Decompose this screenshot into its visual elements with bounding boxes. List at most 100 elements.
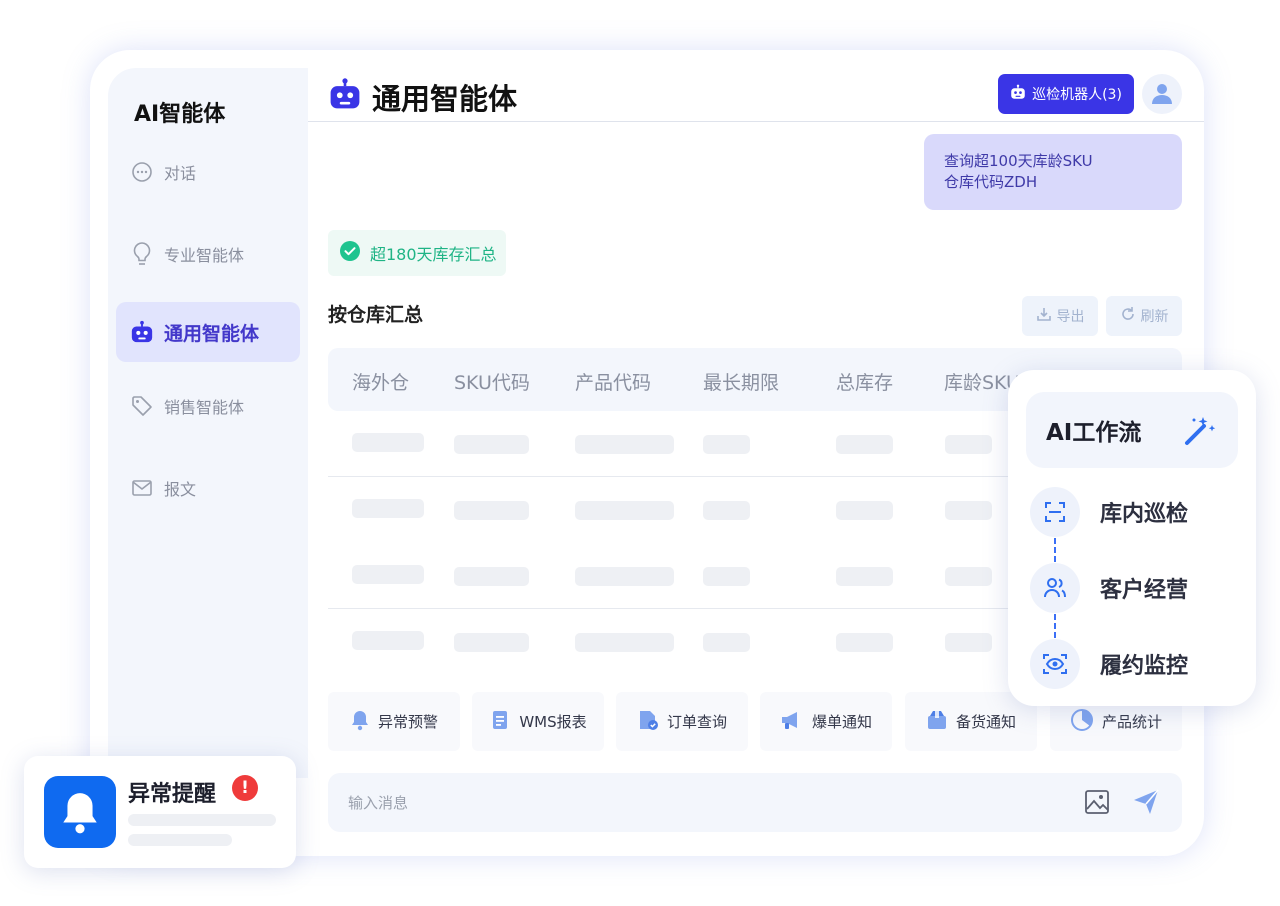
quick-action-surge-notice[interactable]: 爆单通知 bbox=[760, 692, 892, 751]
status-text: 超180天库存汇总 bbox=[370, 245, 497, 264]
skeleton-cell bbox=[836, 633, 893, 652]
message-input[interactable] bbox=[348, 791, 1048, 815]
megaphone-icon bbox=[780, 709, 804, 735]
sidebar-item-label: 对话 bbox=[164, 164, 197, 183]
skeleton-cell bbox=[575, 435, 674, 454]
skeleton-cell bbox=[454, 435, 529, 454]
sidebar-item-chat[interactable]: 对话 bbox=[116, 142, 300, 202]
skeleton-cell bbox=[703, 435, 750, 454]
ai-workflow-header: AI工作流 bbox=[1026, 392, 1238, 468]
skeleton-cell bbox=[836, 435, 893, 454]
skeleton-cell bbox=[352, 499, 424, 518]
box-icon bbox=[926, 709, 948, 735]
sidebar-item-label: 专业智能体 bbox=[164, 246, 245, 265]
magic-wand-icon bbox=[1185, 417, 1216, 445]
robot-icon bbox=[130, 320, 154, 344]
ai-workflow-title: AI工作流 bbox=[1046, 420, 1142, 446]
column-header: 海外仓 bbox=[352, 372, 410, 394]
quick-action-stock-notice[interactable]: 备货通知 bbox=[905, 692, 1037, 751]
skeleton-line bbox=[128, 834, 232, 846]
header-divider bbox=[308, 121, 1204, 122]
lightbulb-icon bbox=[130, 242, 154, 266]
sidebar-item-sales-agent[interactable]: 销售智能体 bbox=[116, 376, 300, 436]
page-title-text: 通用智能体 bbox=[372, 82, 518, 116]
image-icon bbox=[1085, 790, 1109, 814]
ai-workflow-card: AI工作流 库内巡检 客户经营 履约监控 bbox=[1008, 370, 1256, 706]
robot-icon bbox=[328, 77, 362, 118]
app-title: AI智能体 bbox=[134, 102, 226, 127]
image-upload-button[interactable] bbox=[1082, 787, 1112, 817]
patrol-robot-button[interactable]: 巡检机器人(3) bbox=[998, 74, 1134, 114]
column-header: 总库存 bbox=[836, 372, 894, 394]
page-title: 通用智能体 bbox=[328, 74, 517, 120]
column-header: 产品代码 bbox=[575, 372, 652, 394]
sidebar: AI智能体 对话 专业智能体 通用智能体 销售智能体 报文 bbox=[108, 68, 308, 778]
bell-icon bbox=[350, 709, 370, 735]
skeleton-cell bbox=[575, 633, 674, 652]
user-message-bubble: 查询超100天库龄SKU 仓库代码ZDH bbox=[924, 134, 1182, 210]
quick-action-order-query[interactable]: 订单查询 bbox=[616, 692, 748, 751]
skeleton-cell bbox=[945, 501, 992, 520]
sidebar-item-label: 报文 bbox=[164, 480, 197, 499]
sidebar-item-messages[interactable]: 报文 bbox=[116, 458, 300, 518]
workflow-item-customer-ops[interactable]: 客户经营 bbox=[1030, 562, 1240, 614]
download-icon bbox=[1036, 306, 1052, 326]
skeleton-cell bbox=[945, 633, 992, 652]
sidebar-item-label: 通用智能体 bbox=[164, 322, 260, 345]
document-check-icon bbox=[637, 709, 659, 735]
message-input-bar bbox=[328, 773, 1182, 832]
workflow-item-label: 库内巡检 bbox=[1100, 502, 1189, 527]
report-title: 按仓库汇总 bbox=[328, 304, 424, 326]
quick-action-label: 产品统计 bbox=[1101, 713, 1162, 731]
sidebar-item-pro-agent[interactable]: 专业智能体 bbox=[116, 224, 300, 284]
send-icon bbox=[1134, 789, 1159, 814]
skeleton-cell bbox=[703, 501, 750, 520]
send-button[interactable] bbox=[1129, 785, 1163, 819]
skeleton-cell bbox=[945, 435, 992, 454]
sidebar-item-general-agent[interactable]: 通用智能体 bbox=[116, 302, 300, 362]
avatar[interactable] bbox=[1142, 74, 1182, 114]
skeleton-cell bbox=[703, 633, 750, 652]
quick-action-label: 订单查询 bbox=[666, 713, 727, 731]
user-message-line: 仓库代码ZDH bbox=[944, 173, 1038, 191]
skeleton-cell bbox=[352, 631, 424, 650]
patrol-robot-label: 巡检机器人(3) bbox=[1032, 87, 1122, 103]
quick-action-label: 异常预警 bbox=[377, 713, 438, 731]
quick-action-anomaly-alert[interactable]: 异常预警 bbox=[328, 692, 460, 751]
anomaly-alert-card[interactable]: 异常提醒 ! bbox=[24, 756, 296, 868]
refresh-button[interactable]: 刷新 bbox=[1106, 296, 1182, 336]
refresh-icon bbox=[1120, 306, 1136, 326]
user-icon bbox=[1152, 84, 1172, 104]
skeleton-line bbox=[128, 814, 276, 826]
mail-icon bbox=[130, 476, 154, 500]
eye-scan-icon bbox=[1030, 639, 1080, 689]
skeleton-cell bbox=[836, 567, 893, 586]
skeleton-cell bbox=[352, 433, 424, 452]
robot-icon bbox=[1010, 84, 1026, 104]
quick-action-wms-report[interactable]: WMS报表 bbox=[472, 692, 604, 751]
column-header: 最长期限 bbox=[703, 372, 780, 394]
skeleton-cell bbox=[703, 567, 750, 586]
skeleton-cell bbox=[454, 633, 529, 652]
refresh-label: 刷新 bbox=[1140, 309, 1169, 325]
check-circle-icon bbox=[340, 241, 360, 265]
workflow-item-warehouse-patrol[interactable]: 库内巡检 bbox=[1030, 486, 1240, 538]
chat-bubble-icon bbox=[130, 160, 154, 184]
workflow-connector bbox=[1054, 538, 1056, 562]
workflow-item-fulfillment-monitor[interactable]: 履约监控 bbox=[1030, 638, 1240, 690]
user-message-line: 查询超100天库龄SKU bbox=[944, 152, 1093, 170]
scroll-icon bbox=[489, 709, 511, 735]
workflow-connector bbox=[1054, 614, 1056, 638]
skeleton-cell bbox=[945, 567, 992, 586]
export-button[interactable]: 导出 bbox=[1022, 296, 1098, 336]
skeleton-cell bbox=[836, 501, 893, 520]
workflow-item-label: 履约监控 bbox=[1100, 654, 1189, 679]
skeleton-cell bbox=[454, 567, 529, 586]
quick-action-label: WMS报表 bbox=[519, 713, 587, 731]
sidebar-item-label: 销售智能体 bbox=[164, 398, 245, 417]
quick-action-label: 备货通知 bbox=[955, 713, 1016, 731]
alert-badge: ! bbox=[232, 775, 258, 801]
pie-chart-icon bbox=[1070, 708, 1094, 736]
workflow-item-label: 客户经营 bbox=[1100, 578, 1189, 603]
quick-action-label: 爆单通知 bbox=[811, 713, 872, 731]
